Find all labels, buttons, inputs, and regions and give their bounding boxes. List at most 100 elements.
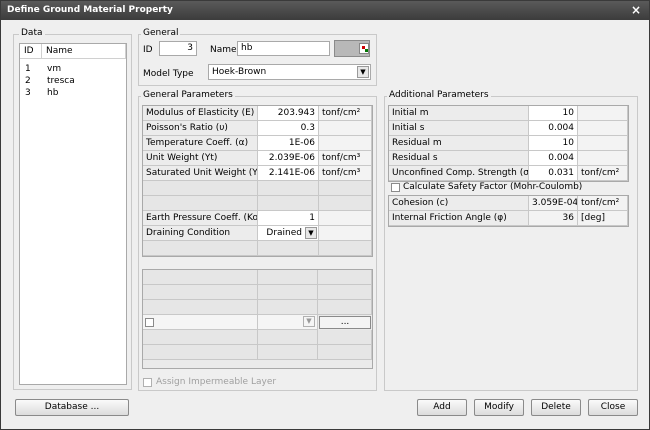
safety-factor-checkbox[interactable] (391, 183, 400, 192)
empty-cell (318, 345, 372, 360)
list-item-name[interactable]: tresca (47, 76, 75, 86)
delete-button[interactable]: Delete (531, 399, 581, 416)
dialog-title: Define Ground Material Property (7, 5, 173, 15)
list-item-name[interactable]: vm (47, 64, 61, 74)
palette-icon (359, 43, 369, 54)
empty-cell (258, 345, 318, 360)
color-picker[interactable] (334, 40, 370, 57)
empty-cell (318, 300, 372, 315)
chevron-down-icon[interactable]: ▼ (305, 227, 317, 239)
param-label: Cohesion (c) (389, 196, 529, 211)
list-header-name[interactable]: Name (42, 44, 126, 59)
empty-cell (318, 285, 372, 300)
additional-parameters-grid: Initial m 10 Initial s 0.004 Residual m … (388, 105, 629, 182)
empty-cell (258, 241, 319, 256)
database-button[interactable]: Database ... (15, 399, 129, 416)
param-label: Unit Weight (Yt) (143, 151, 258, 166)
param-label: Initial s (389, 121, 529, 136)
data-group-legend: Data (19, 28, 45, 38)
material-list[interactable]: ID Name 1 vm 2 tresca 3 hb (19, 43, 127, 385)
empty-cell (143, 285, 258, 300)
param-unit: tonf/cm³ (319, 151, 372, 166)
param-unit: tonf/cm² (578, 196, 628, 211)
define-ground-material-dialog: Define Ground Material Property × Data I… (0, 0, 650, 430)
layer-grid: ▼ ... (142, 269, 373, 369)
param-value[interactable]: 3.059E-04 (529, 196, 578, 211)
param-unit (578, 106, 628, 121)
param-value[interactable]: 2.039E-06 (258, 151, 319, 166)
safety-factor-label: Calculate Safety Factor (Mohr-Coulomb) (403, 182, 583, 192)
param-value[interactable]: 203.943 (258, 106, 319, 121)
general-parameters-legend: General Parameters (141, 90, 235, 100)
param-value[interactable]: 10 (529, 106, 578, 121)
param-value[interactable]: 0.3 (258, 121, 319, 136)
param-value[interactable]: 0.004 (529, 121, 578, 136)
empty-cell (258, 181, 319, 196)
model-type-label: Model Type (143, 69, 194, 79)
id-field[interactable]: 3 (159, 41, 197, 56)
empty-cell (318, 330, 372, 345)
param-unit: tonf/cm² (319, 106, 372, 121)
param-label: Modulus of Elasticity (E) (143, 106, 258, 121)
close-button[interactable]: Close (588, 399, 638, 416)
general-parameters-grid: Modulus of Elasticity (E) 203.943 tonf/c… (142, 105, 373, 257)
empty-cell (143, 270, 258, 285)
param-value[interactable]: 0.031 (529, 166, 578, 181)
param-unit: [deg] (578, 211, 628, 226)
empty-cell (319, 181, 372, 196)
param-label: Residual m (389, 136, 529, 151)
name-field[interactable]: hb (237, 41, 330, 56)
list-item-id[interactable]: 2 (25, 76, 31, 86)
chevron-down-icon[interactable]: ▼ (357, 66, 369, 78)
param-label: Saturated Unit Weight (Ysat) (143, 166, 258, 181)
empty-cell (319, 211, 372, 226)
add-button[interactable]: Add (417, 399, 467, 416)
param-value[interactable]: 1E-06 (258, 136, 319, 151)
name-label: Name (210, 45, 237, 55)
param-unit: tonf/cm² (578, 166, 628, 181)
close-icon[interactable]: × (631, 3, 641, 17)
empty-cell (258, 270, 318, 285)
param-value[interactable]: 2.141E-06 (258, 166, 319, 181)
param-unit (578, 121, 628, 136)
layer-select[interactable]: ▼ (258, 315, 318, 330)
param-label: Poisson's Ratio (υ) (143, 121, 258, 136)
mohr-coulomb-grid: Cohesion (c) 3.059E-04 tonf/cm² Internal… (388, 195, 629, 227)
draining-condition-value: Drained (266, 228, 302, 238)
empty-cell (319, 226, 372, 241)
empty-cell (143, 196, 258, 211)
list-header-id[interactable]: ID (20, 44, 42, 59)
layer-checkbox[interactable] (145, 318, 154, 327)
list-item-id[interactable]: 3 (25, 88, 31, 98)
modify-button[interactable]: Modify (474, 399, 524, 416)
id-label: ID (143, 45, 153, 55)
model-type-select[interactable]: Hoek-Brown ▼ (208, 64, 371, 80)
model-type-value: Hoek-Brown (212, 67, 267, 77)
param-value[interactable]: 36 (529, 211, 578, 226)
earth-pressure-label: Earth Pressure Coeff. (Ko) (143, 211, 258, 226)
param-unit: tonf/cm³ (319, 166, 372, 181)
impermeable-layer-label: Assign Impermeable Layer (156, 377, 277, 387)
title-bar: Define Ground Material Property × (1, 1, 649, 20)
impermeable-layer-checkbox[interactable] (143, 378, 152, 387)
param-value[interactable]: 0.004 (529, 151, 578, 166)
param-value[interactable]: 10 (529, 136, 578, 151)
list-item-id[interactable]: 1 (25, 64, 31, 74)
param-unit (319, 121, 372, 136)
empty-cell (258, 330, 318, 345)
param-label: Initial m (389, 106, 529, 121)
empty-cell (258, 285, 318, 300)
empty-cell (319, 241, 372, 256)
param-label: Temperature Coeff. (α) (143, 136, 258, 151)
earth-pressure-value[interactable]: 1 (258, 211, 319, 226)
param-label: Residual s (389, 151, 529, 166)
param-label: Internal Friction Angle (φ) (389, 211, 529, 226)
browse-button[interactable]: ... (319, 316, 371, 329)
general-group-legend: General (141, 28, 181, 38)
param-unit (319, 136, 372, 151)
empty-cell (143, 345, 258, 360)
empty-cell (143, 315, 258, 330)
list-item-name[interactable]: hb (47, 88, 58, 98)
empty-cell (258, 300, 318, 315)
chevron-down-icon[interactable]: ▼ (303, 316, 315, 327)
